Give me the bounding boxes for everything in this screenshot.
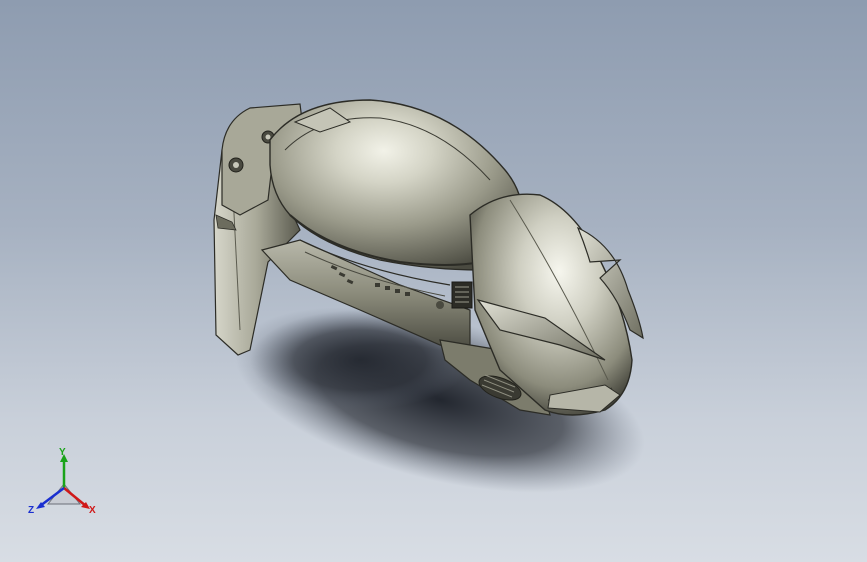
y-axis-label: Y — [59, 447, 66, 458]
x-axis-label: X — [89, 505, 96, 516]
3d-model[interactable] — [0, 0, 867, 562]
graphics-viewport[interactable]: Y X Z — [0, 0, 867, 562]
coordinate-triad: Y X Z — [28, 448, 104, 520]
z-axis-label: Z — [28, 505, 35, 516]
